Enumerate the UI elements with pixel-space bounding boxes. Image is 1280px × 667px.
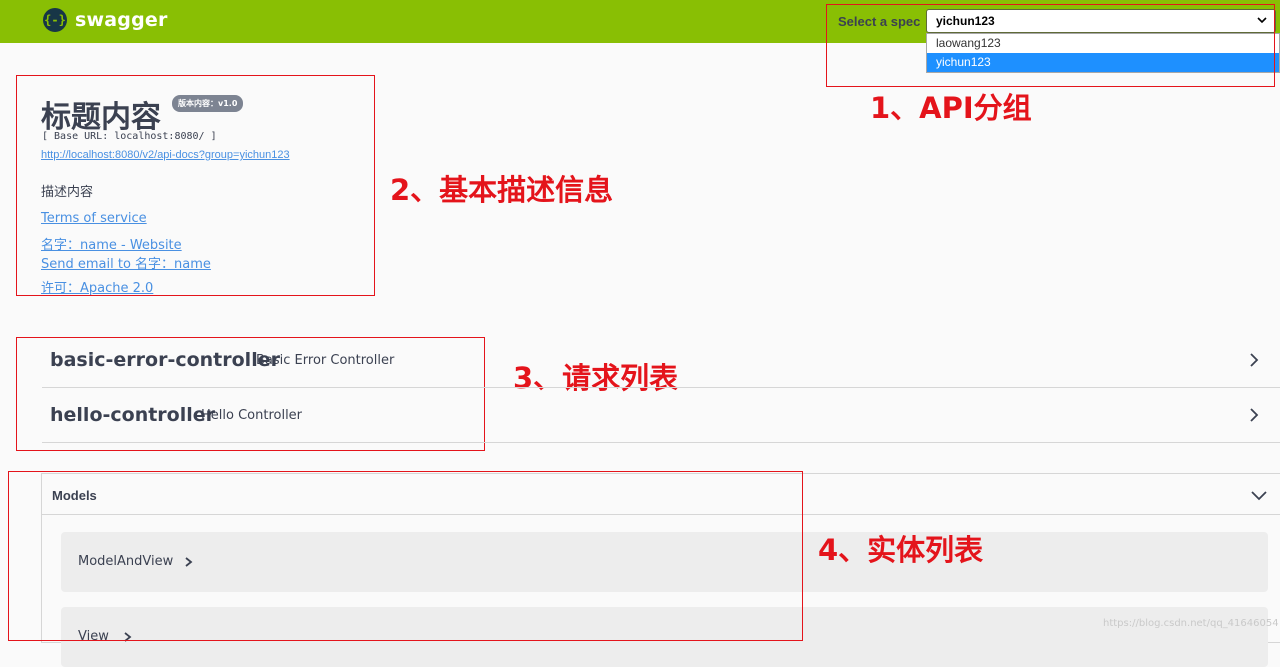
watermark: https://blog.csdn.net/qq_41646054: [1103, 618, 1279, 629]
annotation-box-api-group: [826, 4, 1275, 87]
chevron-down-icon[interactable]: [1250, 486, 1268, 504]
controller-description: Hello Controller: [201, 408, 303, 423]
controller-row-hello[interactable]: hello-controller Hello Controller: [42, 389, 1280, 443]
chevron-right-icon[interactable]: [1246, 352, 1262, 368]
annotation-label-api-group: 1、API分组: [870, 91, 1032, 125]
controller-row-basic-error[interactable]: basic-error-controller Basic Error Contr…: [42, 334, 1280, 388]
swagger-logo[interactable]: {-} swagger: [43, 8, 168, 32]
controller-description: Basic Error Controller: [256, 353, 395, 368]
swagger-logo-text: swagger: [75, 9, 168, 31]
swagger-logo-icon: {-}: [43, 8, 67, 32]
description: 描述内容: [41, 185, 94, 200]
annotation-label-basic-info: 2、基本描述信息: [390, 173, 614, 207]
license-link[interactable]: 许可：Apache 2.0: [41, 277, 153, 296]
terms-of-service-link[interactable]: Terms of service: [41, 211, 147, 226]
api-docs-link[interactable]: http://localhost:8080/v2/api-docs?group=…: [41, 149, 290, 161]
website-link[interactable]: 名字：name - Website: [41, 234, 182, 253]
controller-name: hello-controller: [50, 404, 216, 426]
version-badge: 版本内容：v1.0: [172, 95, 244, 112]
chevron-right-icon[interactable]: [1246, 407, 1262, 423]
contact-email-link[interactable]: Send email to 名字：name: [41, 253, 211, 272]
annotation-label-entity-list: 4、实体列表: [818, 533, 984, 567]
annotation-box-entity-list: [8, 471, 803, 641]
page-title: 标题内容: [41, 100, 161, 135]
controller-name: basic-error-controller: [50, 349, 280, 371]
base-url: [ Base URL: localhost:8080/ ]: [42, 131, 217, 142]
